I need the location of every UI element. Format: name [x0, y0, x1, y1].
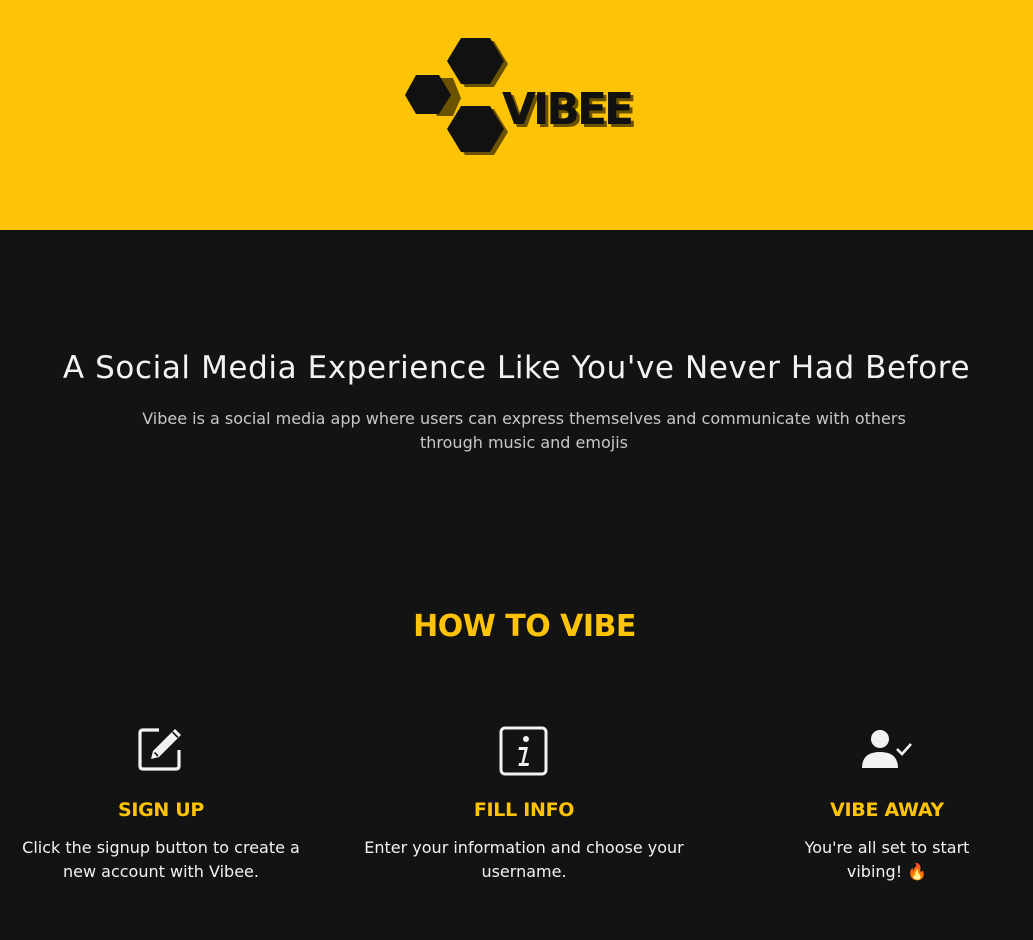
step-description: Enter your information and choose your u… [364, 838, 684, 881]
hero-subtitle: Vibee is a social media app where users … [142, 409, 906, 452]
info-icon [359, 720, 689, 779]
site-header: VIBEE VIBEE [0, 0, 1033, 230]
honeycomb-logo-icon: VIBEE VIBEE [405, 38, 637, 155]
step-description: You're all set to start vibing! 🔥 [804, 838, 970, 881]
edit-icon [0, 720, 326, 776]
step-title: FILL INFO [473, 799, 575, 821]
vibee-logo[interactable]: VIBEE VIBEE [404, 36, 646, 158]
logo-text: VIBEE [502, 84, 631, 135]
step-description: Click the signup button to create a new … [22, 838, 300, 881]
step-vibe-away: VIBE AWAY You're all set to start vibing… [722, 720, 1033, 881]
step-title: SIGN UP [117, 799, 205, 821]
how-to-title: HOW TO VIBE [413, 609, 636, 644]
step-fill-info: FILL INFO Enter your information and cho… [359, 720, 689, 881]
hero-title: A Social Media Experience Like You've Ne… [62, 350, 971, 386]
step-sign-up: SIGN UP Click the signup button to creat… [0, 720, 326, 881]
user-check-icon [722, 720, 1033, 777]
step-title: VIBE AWAY [830, 799, 944, 821]
